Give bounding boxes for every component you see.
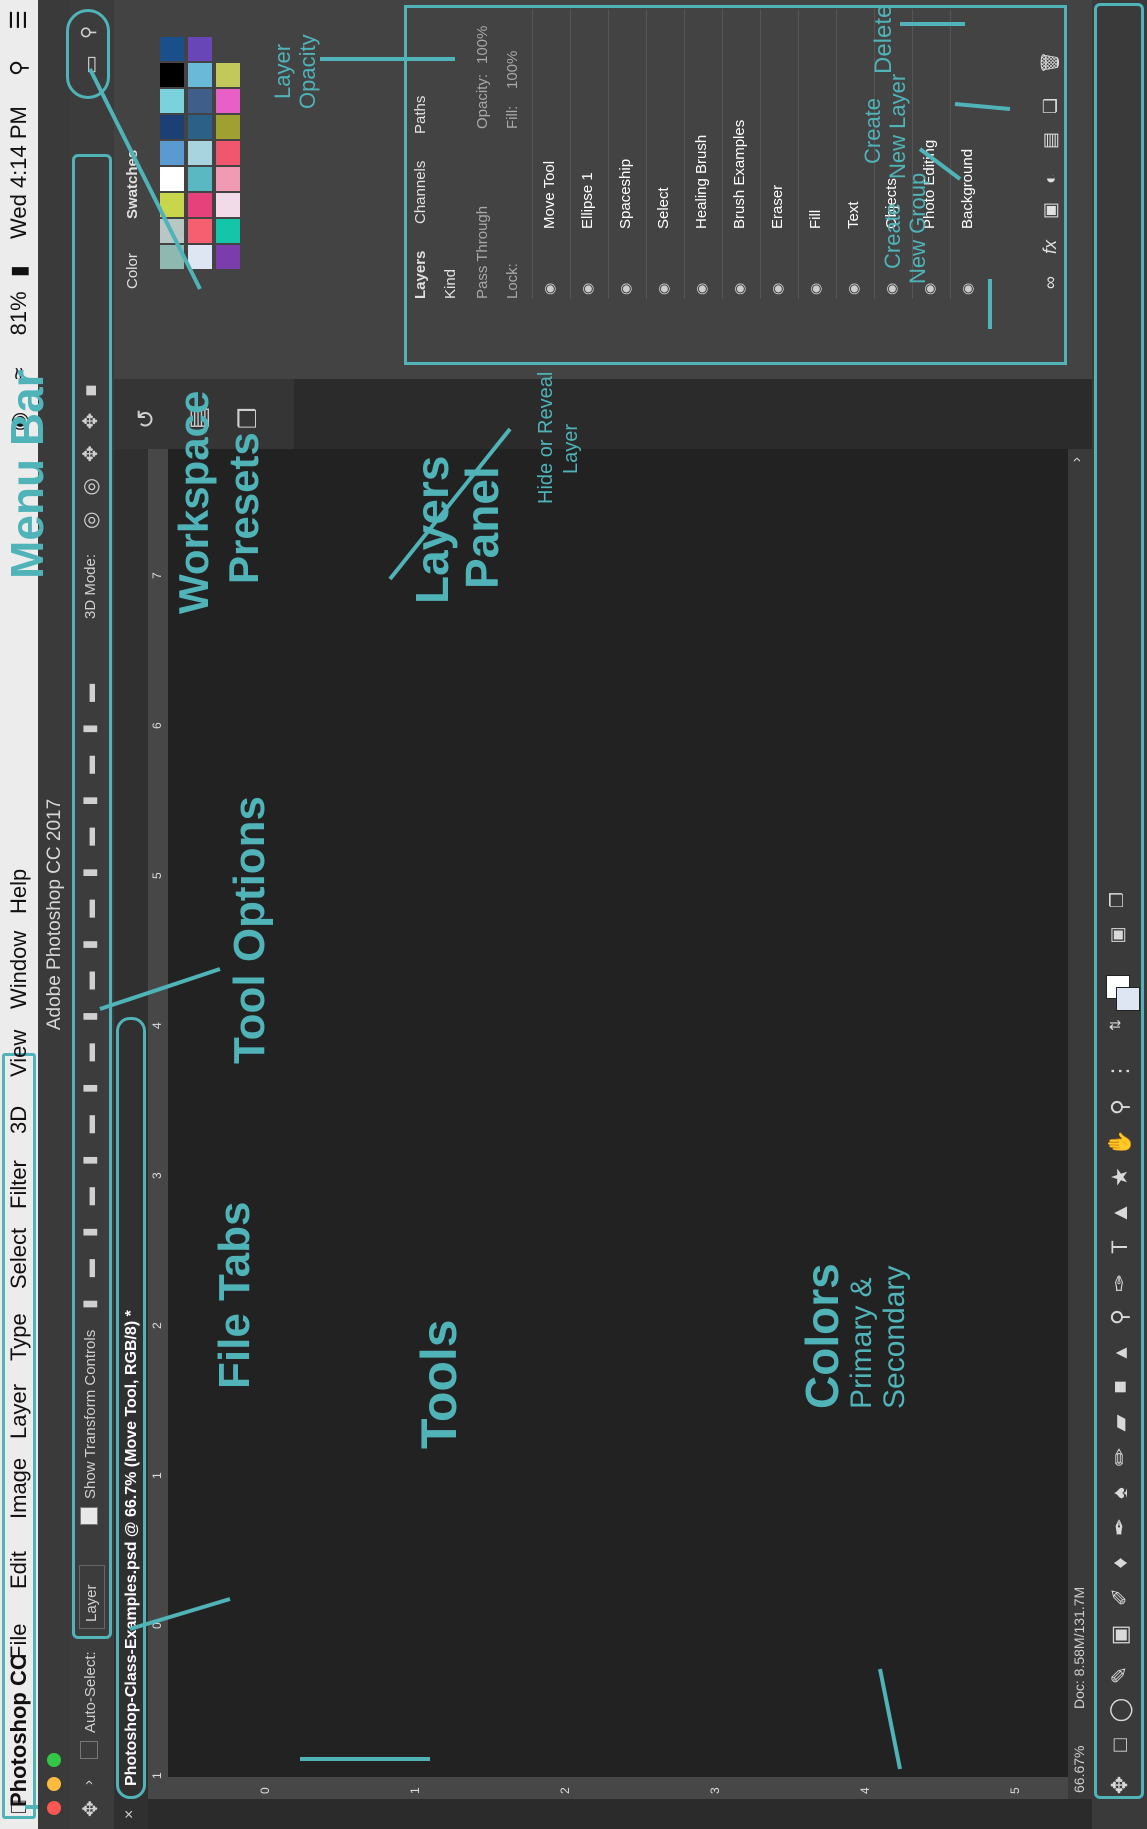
- annotation-secondary: Secondary: [878, 1265, 911, 1409]
- annotation-create-group: Create: [880, 202, 905, 269]
- annotation-layers: Layers: [406, 455, 458, 604]
- annotation-panel: Panel: [456, 466, 508, 589]
- annotation-workspace: Workspace: [170, 390, 217, 614]
- annotation-primary: Primary &: [845, 1277, 878, 1409]
- annotation-new-group: New Group: [905, 172, 930, 284]
- annotation-delete: Delete: [870, 4, 897, 74]
- annotation-file-tabs: File Tabs: [210, 1201, 259, 1389]
- annotation-lines: [25, 22, 1011, 1809]
- annotation-tool-options: Tool Options: [225, 795, 274, 1064]
- annotation-menu-bar: Menu Bar: [1, 369, 53, 579]
- annotation-opacity: Opacity: [295, 34, 320, 109]
- annotation-hide-reveal: Hide or Reveal: [535, 371, 557, 504]
- annotation-hide-reveal-2: Layer: [560, 423, 582, 474]
- annotation-tools: Tools: [411, 1319, 467, 1449]
- annotation-create-layer: Create: [860, 97, 885, 164]
- annotation-layer-opacity: Layer: [270, 43, 295, 99]
- annotation-presets: Presets: [220, 432, 267, 584]
- annotation-colors: Colors: [796, 1263, 848, 1409]
- screenshot-stage:  Photoshop CC File Edit Image Layer Typ…: [0, 0, 1147, 1829]
- annotation-new-layer: New Layer: [885, 73, 910, 179]
